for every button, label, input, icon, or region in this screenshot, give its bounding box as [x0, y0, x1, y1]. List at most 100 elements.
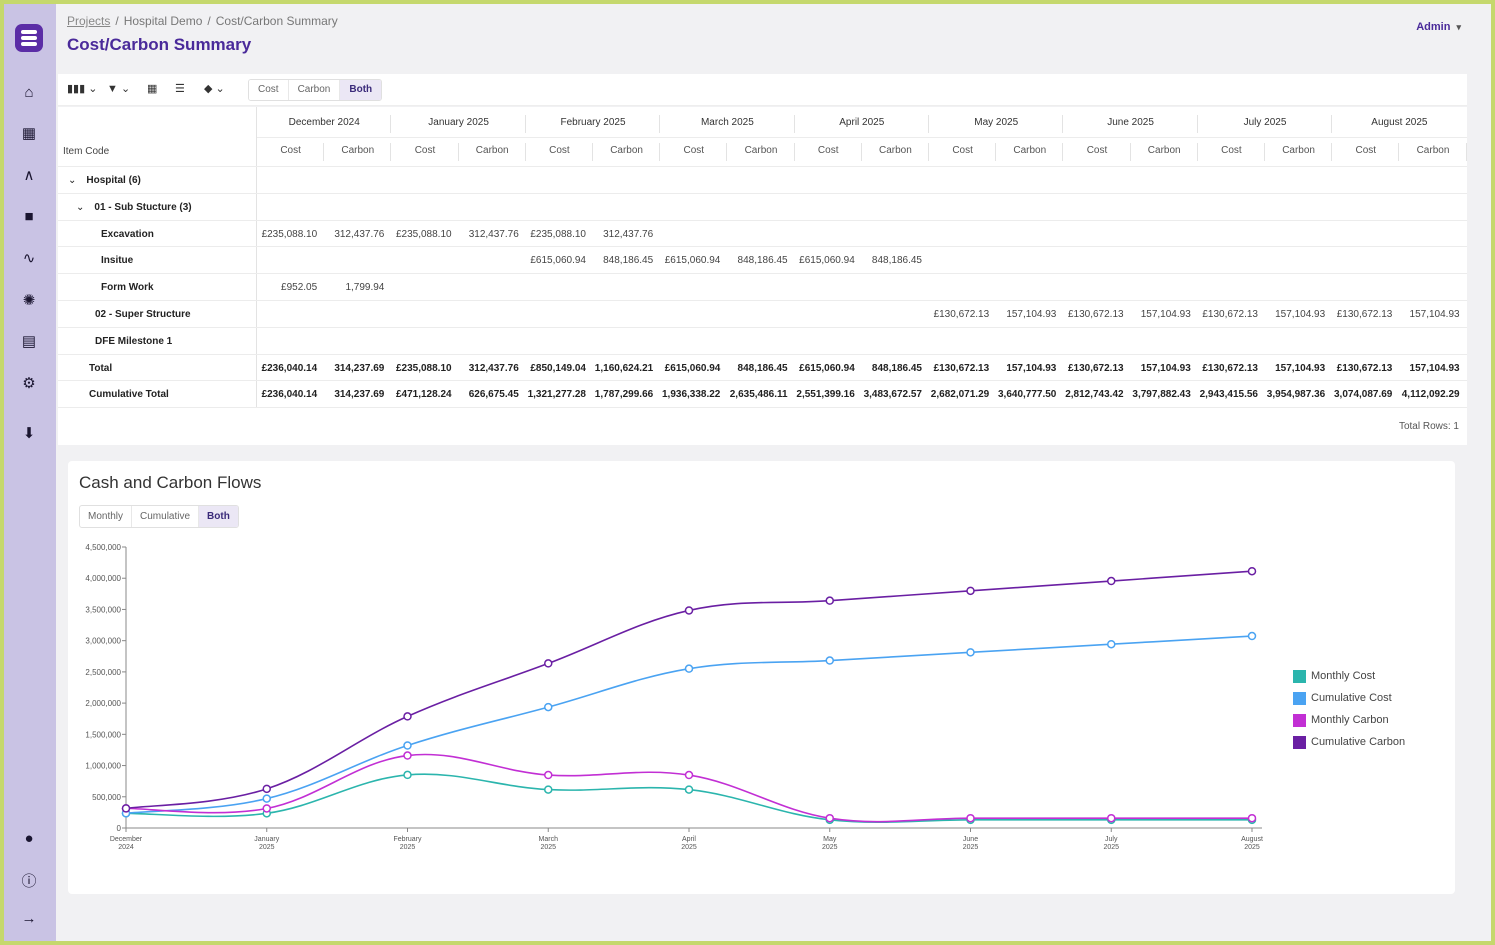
breadcrumb-demo[interactable]: Hospital Demo: [124, 14, 203, 28]
sub-header-carbon[interactable]: Carbon: [727, 145, 794, 159]
sub-header-carbon[interactable]: Carbon: [862, 145, 929, 159]
chart-card: Cash and Carbon Flows Monthly Cumulative B…: [68, 461, 1455, 894]
filter-icon[interactable]: ▼ ⌄: [107, 82, 130, 95]
gear-icon[interactable]: ⚙: [18, 372, 40, 394]
monthly-cost-point[interactable]: [403, 770, 412, 780]
expand-arrow-icon[interactable]: →: [18, 907, 40, 929]
grid-icon[interactable]: ▦: [18, 122, 40, 144]
sub-header-cost[interactable]: Cost: [929, 145, 996, 159]
layers-icon[interactable]: ◆ ⌄: [204, 82, 225, 95]
row-label[interactable]: ⌄ Hospital (6): [68, 175, 141, 186]
sub-header-carbon[interactable]: Carbon: [459, 145, 526, 159]
legend-item-monthly-carbon[interactable]: Monthly Carbon: [1293, 709, 1405, 731]
sub-header-carbon[interactable]: Carbon: [593, 145, 660, 159]
cumulative-carbon-point[interactable]: [121, 804, 131, 813]
aperture-icon[interactable]: ✺: [18, 289, 40, 311]
cumulative-cost-point[interactable]: [544, 702, 553, 712]
row-label-text: Total: [89, 362, 113, 374]
monthly-cost-point[interactable]: [544, 785, 553, 794]
monthly-carbon-point[interactable]: [684, 770, 694, 780]
row-divider: [58, 326, 1467, 328]
columns-icon[interactable]: ▮▮▮ ⌄: [67, 82, 97, 95]
cumulative-cost-point[interactable]: [403, 741, 412, 750]
table-cell: 1,799.94: [345, 282, 385, 294]
row-label: 02 - Super Structure: [95, 309, 191, 320]
home-icon[interactable]: ⌂: [18, 81, 40, 103]
chevron-down-icon[interactable]: ⌄: [68, 175, 76, 186]
help-icon[interactable]: ●: [18, 827, 40, 849]
sub-header-carbon[interactable]: Carbon: [996, 145, 1063, 159]
x-tick-label: July 2025: [1103, 836, 1119, 851]
monthly-carbon-point[interactable]: [262, 804, 271, 813]
briefcase-icon[interactable]: ■: [18, 205, 40, 227]
sub-header-cost[interactable]: Cost: [257, 145, 324, 159]
x-tick-label: August 2025: [1241, 836, 1263, 851]
sub-header-carbon[interactable]: Carbon: [1265, 145, 1332, 159]
chevron-down-icon[interactable]: ⌄: [76, 202, 84, 213]
monthly-carbon-point[interactable]: [544, 770, 553, 780]
cumulative-carbon-point[interactable]: [1107, 576, 1116, 586]
sub-header-cost[interactable]: Cost: [1332, 145, 1399, 159]
cumulative-cost-point[interactable]: [825, 656, 834, 665]
column-separator: [1196, 115, 1198, 133]
sub-header-cost[interactable]: Cost: [660, 145, 727, 159]
y-tick-label: 4,000,000: [85, 574, 121, 583]
download-icon[interactable]: ⬇: [18, 422, 40, 444]
info-icon[interactable]: ⓘ: [18, 869, 40, 891]
user-menu[interactable]: Admin ▾: [1416, 21, 1461, 33]
cumulative-carbon-point[interactable]: [262, 784, 271, 794]
sub-header-cost[interactable]: Cost: [526, 145, 593, 159]
sub-header-carbon[interactable]: Carbon: [1131, 145, 1198, 159]
legend-item-monthly-cost[interactable]: Monthly Cost: [1293, 665, 1405, 687]
breadcrumb-projects[interactable]: Projects: [67, 14, 110, 28]
table-cell: £130,672.13: [1336, 362, 1393, 374]
row-label: Form Work: [101, 282, 154, 293]
month-header: January 2025: [428, 117, 489, 128]
cumulative-carbon-point[interactable]: [684, 606, 694, 615]
sub-header-carbon[interactable]: Carbon: [324, 145, 391, 159]
row-label[interactable]: ⌄ 01 - Sub Stucture (3): [76, 202, 192, 213]
toggle-both[interactable]: Both: [340, 80, 382, 100]
toggle-cost[interactable]: Cost: [249, 80, 289, 100]
sub-header-cost[interactable]: Cost: [391, 145, 458, 159]
app-logo-icon[interactable]: [15, 24, 43, 52]
table-cell: £615,060.94: [799, 255, 855, 267]
cumulative-cost-point[interactable]: [684, 664, 694, 673]
monthly-cost-point[interactable]: [684, 785, 694, 794]
table-cell: 312,437.76: [468, 362, 519, 374]
page-title: Cost/Carbon Summary: [67, 35, 252, 54]
summary-grid: Item Code Total Rows: 1 December 2024 Cos…: [58, 107, 1467, 445]
monthly-carbon-point[interactable]: [1247, 813, 1257, 823]
sub-header-cost[interactable]: Cost: [1198, 145, 1265, 159]
legend-item-cumulative-cost[interactable]: Cumulative Cost: [1293, 687, 1405, 709]
table-cell: £615,060.94: [530, 255, 586, 267]
report-icon[interactable]: ▤: [18, 330, 40, 352]
sub-header-cost[interactable]: Cost: [795, 145, 862, 159]
table-cell: 3,797,882.43: [1132, 389, 1191, 401]
cumulative-cost-point[interactable]: [1107, 639, 1116, 649]
toggle-carbon[interactable]: Carbon: [288, 80, 341, 100]
cumulative-cost-point[interactable]: [966, 648, 975, 657]
legend-item-cumulative-carbon[interactable]: Cumulative Carbon: [1293, 731, 1405, 753]
sub-header-carbon[interactable]: Carbon: [1399, 145, 1466, 159]
monthly-carbon-point[interactable]: [1107, 813, 1116, 823]
sub-header-cost[interactable]: Cost: [1063, 145, 1130, 159]
monthly-carbon-point[interactable]: [825, 813, 834, 823]
cumulative-carbon-point[interactable]: [1247, 566, 1257, 576]
group-icon[interactable]: ☰: [175, 82, 185, 95]
cumulative-cost-point[interactable]: [1247, 631, 1257, 641]
cumulative-carbon-point[interactable]: [966, 586, 975, 596]
trend-icon[interactable]: ∿: [18, 247, 40, 269]
cumulative-carbon-point[interactable]: [544, 659, 553, 668]
cumulative-carbon-point[interactable]: [825, 596, 834, 605]
table-cell: £235,088.10: [261, 228, 318, 240]
density-icon[interactable]: ▦: [147, 82, 157, 95]
caret-up-icon[interactable]: ∧: [18, 164, 40, 186]
table-cell: 848,186.45: [871, 362, 922, 374]
cumulative-carbon-point[interactable]: [403, 712, 412, 721]
table-cell: 848,186.45: [737, 255, 788, 267]
table-cell: £236,040.14: [261, 389, 318, 401]
cumulative-cost-point[interactable]: [262, 794, 271, 803]
monthly-carbon-point[interactable]: [403, 751, 412, 760]
monthly-carbon-point[interactable]: [966, 813, 975, 823]
